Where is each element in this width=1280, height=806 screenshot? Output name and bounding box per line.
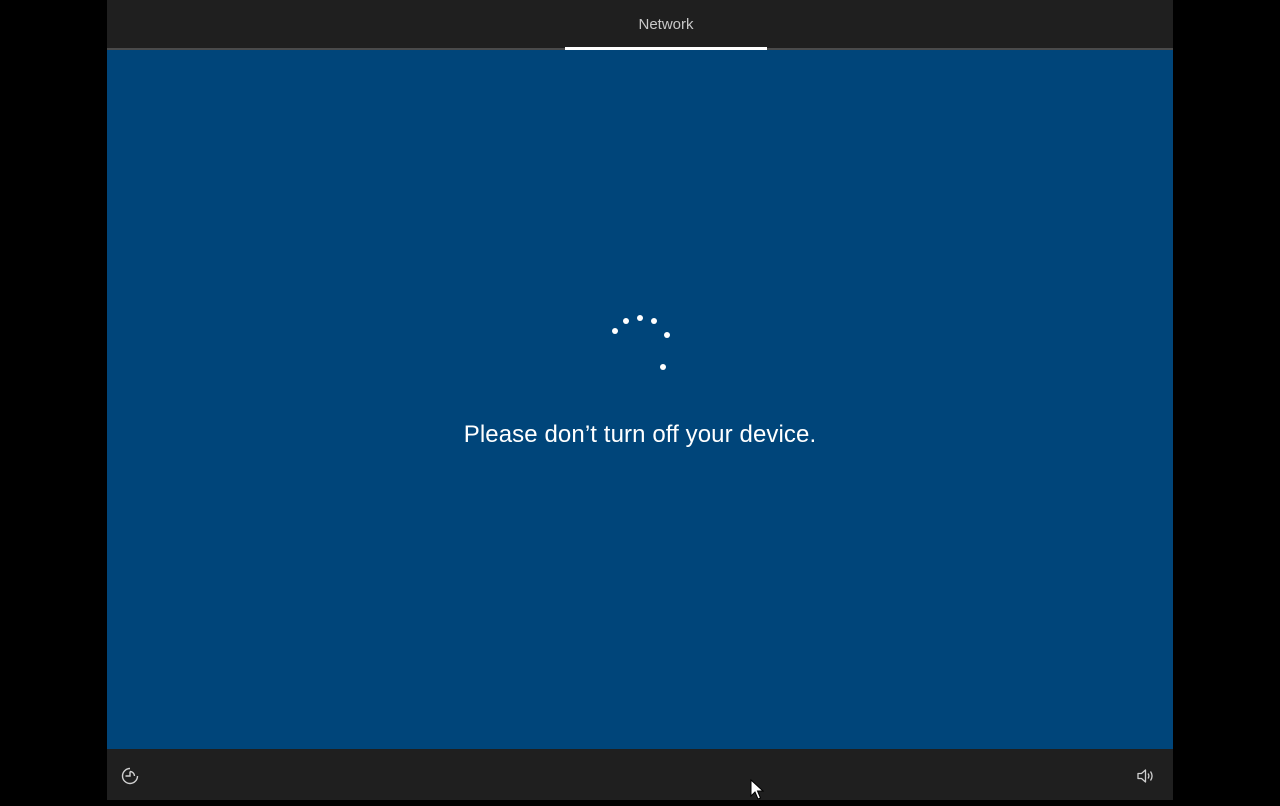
top-bar: Network [107, 0, 1173, 48]
oobe-screen: Network Please don’t turn off your devic… [107, 0, 1173, 800]
spinner-dot [623, 318, 629, 324]
loading-dots-icon [607, 312, 675, 380]
spinner-dot [660, 364, 666, 370]
main-panel: Please don’t turn off your device. [107, 50, 1173, 749]
ease-of-access-icon [121, 767, 139, 785]
spinner-dot [651, 318, 657, 324]
volume-button[interactable] [1135, 765, 1157, 787]
ease-of-access-button[interactable] [119, 765, 141, 787]
mouse-pointer-icon [750, 778, 766, 801]
spinner-dot [637, 315, 643, 321]
bottom-bar [107, 749, 1173, 800]
spinner-dot [612, 328, 618, 334]
volume-icon [1137, 769, 1153, 783]
status-message: Please don’t turn off your device. [463, 421, 817, 448]
tab-network: Network [565, 0, 767, 48]
tab-network-label: Network [638, 15, 694, 33]
spinner-dot [664, 332, 670, 338]
